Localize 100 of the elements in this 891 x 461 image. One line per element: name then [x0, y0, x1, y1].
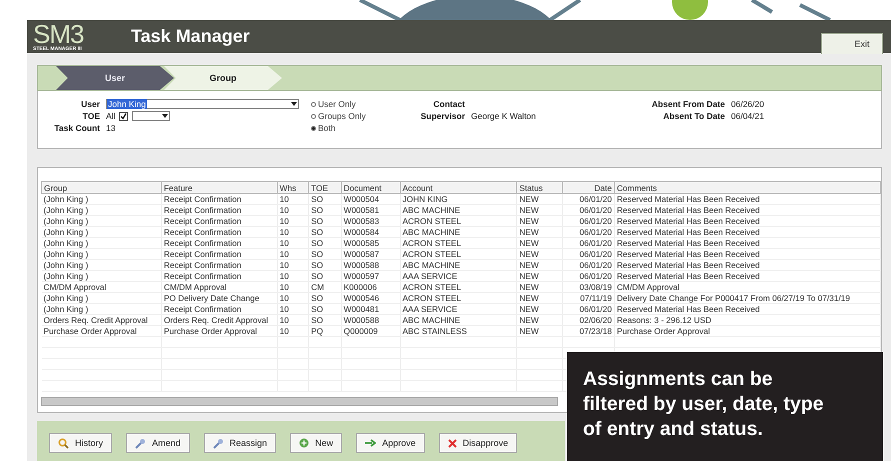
column-header[interactable]: TOE	[308, 182, 342, 194]
table-cell: 06/01/20	[562, 248, 614, 260]
table-cell: (John King )	[42, 204, 162, 216]
table-cell: 06/01/20	[562, 216, 614, 226]
table-cell: W000597	[341, 270, 400, 282]
table-cell: 07/23/18	[562, 326, 614, 336]
table-cell: NEW	[516, 226, 563, 238]
table-cell: 06/01/20	[562, 226, 614, 238]
table-cell: 10	[277, 260, 309, 270]
table-cell: NEW	[516, 292, 563, 304]
table-cell: ACRON STEEL	[400, 282, 517, 292]
supervisor-value: George K Walton	[471, 111, 537, 121]
table-cell: (John King )	[42, 304, 162, 314]
table-cell: SO	[308, 194, 342, 204]
table-cell: (John King )	[42, 270, 162, 282]
toe-dropdown[interactable]	[132, 111, 170, 121]
table-cell: Receipt Confirmation	[161, 216, 278, 226]
table-cell: NEW	[516, 248, 563, 260]
table-cell: 06/01/20	[562, 270, 614, 282]
table-cell: (John King )	[42, 216, 162, 226]
task-count-label: Task Count	[53, 123, 101, 133]
dropdown-arrow-icon	[162, 114, 168, 118]
action-button[interactable]: History	[49, 433, 112, 453]
add-icon	[299, 438, 310, 448]
table-cell: W000504	[341, 194, 400, 204]
table-cell: Orders Req. Credit Approval	[161, 314, 278, 326]
column-header[interactable]: Comments	[614, 182, 880, 194]
column-header[interactable]: Document	[341, 182, 400, 194]
radio-option[interactable]: User Only	[311, 99, 401, 109]
user-dropdown[interactable]: John King	[106, 99, 299, 109]
search-icon	[58, 438, 69, 448]
table-cell: 10	[277, 194, 309, 204]
table-cell: (John King )	[42, 194, 162, 204]
table-cell: (John King )	[42, 238, 162, 248]
table-cell: Reserved Material Has Been Received	[614, 270, 880, 282]
table-cell: 03/08/19	[562, 282, 614, 292]
absent-from-value: 06/26/20	[731, 99, 764, 109]
radio-option[interactable]: Groups Only	[311, 111, 401, 121]
column-header[interactable]: Status	[516, 182, 563, 194]
table-cell: 10	[277, 204, 309, 216]
table-cell: (John King )	[42, 260, 162, 270]
table-cell: NEW	[516, 260, 563, 270]
action-button[interactable]: Disapprove	[438, 433, 518, 453]
table-cell: NEW	[516, 216, 563, 226]
column-header[interactable]: Feature	[161, 182, 278, 194]
column-header[interactable]: Account	[400, 182, 517, 194]
table-cell: W000583	[341, 216, 400, 226]
table-cell: W000585	[341, 238, 400, 248]
logo-text: SM3	[33, 22, 84, 46]
table-cell: W000584	[341, 226, 400, 238]
task-count: 13	[106, 123, 116, 133]
table-cell: CM/DM Approval	[42, 282, 162, 292]
toe-value: All	[106, 111, 116, 121]
table-cell: Receipt Confirmation	[161, 238, 278, 248]
table-cell: Reserved Material Has Been Received	[614, 248, 880, 260]
radio-option[interactable]: Both	[311, 123, 401, 133]
absent-from-label: Absent From Date	[650, 99, 726, 109]
table-cell: Reasons: 3 - 296.12 USD	[614, 314, 880, 326]
table-cell: NEW	[516, 314, 563, 326]
table-cell: Reserved Material Has Been Received	[614, 204, 880, 216]
table-cell: 10	[277, 326, 309, 336]
table-cell: W000588	[341, 260, 400, 270]
column-header[interactable]: Whs	[277, 182, 309, 194]
table-cell: Receipt Confirmation	[161, 226, 278, 238]
action-button[interactable]: Amend	[126, 433, 190, 453]
tab[interactable]: Group	[164, 66, 282, 90]
table-cell: Receipt Confirmation	[161, 248, 278, 260]
table-cell: SO	[308, 270, 342, 282]
column-header[interactable]: Group	[42, 182, 162, 194]
table-cell: 10	[277, 248, 309, 260]
table-cell: SO	[308, 216, 342, 226]
table-cell: PO Delivery Date Change	[161, 292, 278, 304]
table-cell: NEW	[516, 326, 563, 336]
table-cell: 10	[277, 238, 309, 248]
action-button[interactable]: New	[290, 433, 342, 453]
table-cell: CM	[308, 282, 342, 292]
table-cell: AAA SERVICE	[400, 270, 517, 282]
table-cell: SO	[308, 304, 342, 314]
toe-label: TOE	[82, 111, 101, 121]
exit-button[interactable]: Exit	[821, 33, 883, 54]
table-cell: 02/06/20	[562, 314, 614, 326]
callout-text: Assignments can be filtered by user, date, type of entry and status.	[567, 352, 883, 461]
toe-checkbox[interactable]	[119, 112, 128, 120]
tab[interactable]: User	[56, 66, 174, 90]
table-cell: Q000009	[341, 326, 400, 336]
supervisor-label: Supervisor	[420, 111, 466, 121]
horizontal-scrollbar[interactable]	[41, 397, 558, 406]
table-cell: Receipt Confirmation	[161, 270, 278, 282]
table-cell: NEW	[516, 204, 563, 216]
table-cell: Reserved Material Has Been Received	[614, 238, 880, 248]
table-cell: CM/DM Approval	[161, 282, 278, 292]
table-cell: 07/11/19	[562, 292, 614, 304]
column-header[interactable]: Date	[562, 182, 614, 194]
action-button[interactable]: Reassign	[204, 433, 276, 453]
table-cell: 06/01/20	[562, 304, 614, 314]
table-cell: 10	[277, 282, 309, 292]
action-button[interactable]: Approve	[356, 433, 425, 453]
table-cell: (John King )	[42, 226, 162, 238]
table-cell: ACRON STEEL	[400, 292, 517, 304]
table-cell: 10	[277, 292, 309, 304]
